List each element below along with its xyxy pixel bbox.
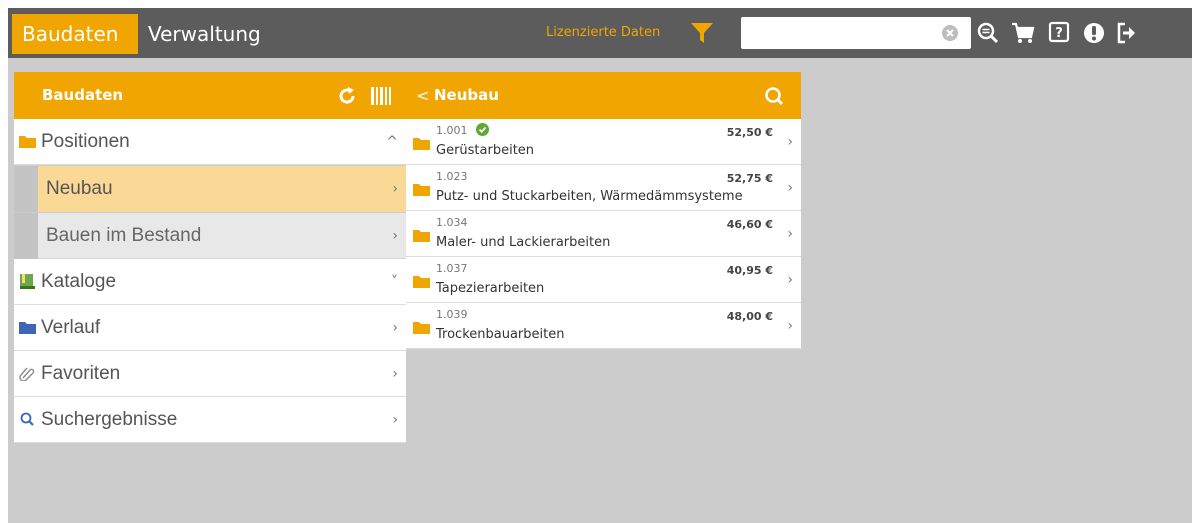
panel-title: Baudaten [42, 86, 124, 104]
nav-subitem-neubau[interactable]: Neubau › [14, 166, 406, 212]
item-name: Putz- und Stuckarbeiten, Wärmedämmsystem… [436, 189, 743, 204]
item-price: 40,95 € [726, 264, 773, 277]
svg-text:?: ? [1055, 26, 1063, 41]
content-panel: < Neubau 1.001 Gerüstarbeiten 52,50 € › … [406, 72, 801, 352]
item-price: 46,60 € [726, 218, 773, 231]
list-item[interactable]: 1.034 Maler- und Lackierarbeiten 46,60 €… [406, 211, 801, 257]
list-item[interactable]: 1.001 Gerüstarbeiten 52,50 € › [406, 119, 801, 165]
item-number: 1.037 [436, 262, 468, 275]
filter-icon[interactable] [690, 22, 714, 44]
chevron-right-icon: › [392, 228, 398, 244]
item-name: Trockenbauarbeiten [436, 327, 565, 342]
folder-icon [413, 184, 430, 196]
paperclip-icon [19, 367, 35, 381]
licensed-data-link[interactable]: Lizenzierte Daten [546, 23, 660, 43]
nav-item-verlauf[interactable]: Verlauf › [14, 305, 406, 351]
search-icon[interactable] [764, 86, 784, 106]
indent-bar [14, 213, 38, 259]
chevron-right-icon: › [392, 366, 398, 382]
clear-search-icon[interactable] [942, 25, 958, 41]
chevron-right-icon: › [787, 318, 793, 334]
nav-baudaten[interactable]: Baudaten [12, 14, 138, 54]
refresh-icon[interactable] [337, 86, 357, 106]
item-price: 52,75 € [726, 172, 773, 185]
cart-icon[interactable] [1011, 21, 1035, 45]
chevron-right-icon: › [392, 320, 398, 336]
folder-blue-icon [19, 322, 36, 334]
item-name: Maler- und Lackierarbeiten [436, 235, 611, 250]
zoom-search-icon[interactable] [976, 21, 1000, 45]
folder-icon [413, 322, 430, 334]
list-item[interactable]: 1.023 Putz- und Stuckarbeiten, Wärmedämm… [406, 165, 801, 211]
folder-icon [19, 136, 36, 148]
item-number: 1.001 [436, 124, 468, 137]
indent-bar [14, 166, 38, 212]
list-item[interactable]: 1.037 Tapezierarbeiten 40,95 € › [406, 257, 801, 303]
folder-icon [413, 138, 430, 150]
search-input[interactable] [741, 17, 971, 49]
catalog-icon [20, 274, 35, 289]
nav-item-positionen[interactable]: Positionen ^ [14, 119, 406, 165]
item-number: 1.023 [436, 170, 468, 183]
nav-subitem-bauen-im-bestand[interactable]: Bauen im Bestand › [14, 213, 406, 259]
nav-item-label: Kataloge [41, 271, 117, 292]
nav-item-favoriten[interactable]: Favoriten › [14, 351, 406, 397]
nav-subitem-label: Bauen im Bestand [46, 225, 202, 246]
list-item[interactable]: 1.039 Trockenbauarbeiten 48,00 € › [406, 303, 801, 349]
nav-item-label: Favoriten [41, 363, 121, 384]
nav-item-kataloge[interactable]: Kataloge ˅ [14, 259, 406, 305]
folder-icon [413, 230, 430, 242]
search-icon [20, 412, 34, 426]
nav-item-label: Suchergebnisse [41, 409, 178, 430]
navigation-panel: Baudaten Positionen ^ Neubau › Bauen im … [14, 72, 406, 445]
app-window: Baudaten Verwaltung Lizenzierte Daten ? [8, 8, 1192, 523]
item-price: 48,00 € [726, 310, 773, 323]
nav-item-label: Positionen [41, 131, 130, 152]
chevron-right-icon: › [787, 180, 793, 196]
nav-item-suchergebnisse[interactable]: Suchergebnisse › [14, 397, 406, 443]
item-name: Gerüstarbeiten [436, 143, 535, 158]
logout-icon[interactable] [1115, 21, 1139, 45]
item-number: 1.034 [436, 216, 468, 229]
nav-item-label: Verlauf [41, 317, 101, 338]
chevron-right-icon: › [392, 181, 398, 197]
user-icon[interactable] [1082, 21, 1106, 45]
navigation-panel-header: Baudaten [14, 72, 406, 119]
item-price: 52,50 € [726, 126, 773, 139]
nav-subitem-label: Neubau [46, 178, 113, 199]
item-name: Tapezierarbeiten [436, 281, 545, 296]
chevron-down-icon: ˅ [391, 274, 398, 290]
check-circle-icon [476, 123, 489, 136]
item-number: 1.039 [436, 308, 468, 321]
chevron-right-icon: › [787, 272, 793, 288]
chevron-right-icon: › [787, 134, 793, 150]
folder-icon [413, 276, 430, 288]
nav-verwaltung[interactable]: Verwaltung [148, 14, 261, 54]
chevron-right-icon: › [787, 226, 793, 242]
barcode-icon[interactable] [370, 85, 392, 107]
content-panel-header: < Neubau [406, 72, 801, 119]
top-bar: Baudaten Verwaltung Lizenzierte Daten ? [8, 8, 1192, 58]
help-icon[interactable]: ? [1047, 21, 1071, 45]
panel-title: Neubau [434, 86, 499, 104]
chevron-up-icon: ^ [386, 134, 398, 150]
back-chevron-icon[interactable]: < [416, 72, 429, 119]
chevron-right-icon: › [392, 412, 398, 428]
